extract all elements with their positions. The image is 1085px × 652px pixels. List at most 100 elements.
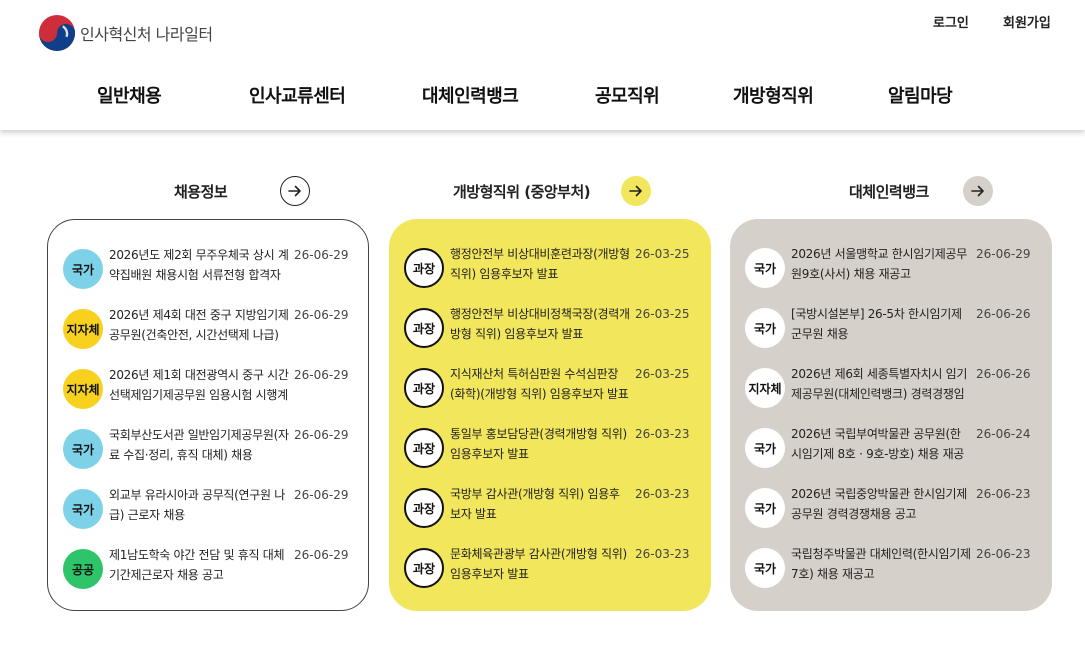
category-badge: 지자체 — [63, 309, 103, 349]
list-item-date: 26-03-23 — [635, 427, 690, 441]
list-item[interactable]: 과장 문화체육관광부 감사관(개방형 직위) 임용후보자 발표 26-03-23 — [389, 544, 711, 604]
list-item-title: 지식재산처 특허심판원 수석심판장(화학)(개방형 직위) 임용후보자 발표 — [450, 367, 629, 401]
taegeuk-logo-icon — [38, 14, 76, 52]
open-section-title: 개방형직위 (중앙부처) — [453, 182, 591, 201]
list-item-title: 국립청주박물관 대체인력(한시임기제 7호) 채용 재공고 — [791, 547, 971, 581]
main-nav: 일반채용 인사교류센터 대체인력뱅크 공모직위 개방형직위 알림마당 — [0, 82, 1085, 108]
recruit-more-button[interactable] — [280, 176, 310, 206]
list-item-date: 26-06-24 — [976, 427, 1031, 441]
category-badge: 지자체 — [745, 368, 785, 408]
list-item-date: 26-06-29 — [294, 368, 349, 382]
list-item[interactable]: 과장 행정안전부 비상대비훈련과장(개방형 직위) 임용후보자 발표 26-03… — [389, 244, 711, 304]
list-item[interactable]: 지자체 2026년 제1회 대전광역시 중구 시간선택제임기제공무원 임용시험 … — [48, 365, 370, 425]
logo-text: 인사혁신처 나라일터 — [80, 25, 213, 44]
nav-hr-exchange[interactable]: 인사교류센터 — [249, 82, 346, 108]
list-item-title: 2026년 제1회 대전광역시 중구 시간선택제임기제공무원 임용시험 시행계획… — [109, 368, 289, 402]
rank-badge: 과장 — [404, 308, 444, 348]
list-item[interactable]: 국가 2026년 서울맹학교 한시임기제공무원9호(사서) 채용 재공고 26-… — [730, 244, 1052, 304]
list-item-date: 26-06-29 — [294, 548, 349, 562]
list-item-title: 2026년 제6회 세종특별자치시 임기제공무원(대체인력뱅크) 경력경쟁임용시… — [791, 367, 968, 401]
rank-badge: 과장 — [404, 488, 444, 528]
list-item-date: 26-03-23 — [635, 487, 690, 501]
list-item-date: 26-03-25 — [635, 307, 690, 321]
list-item[interactable]: 과장 행정안전부 비상대비정책국장(경력개방형 직위) 임용후보자 발표 26-… — [389, 304, 711, 364]
list-item[interactable]: 지자체 2026년 제6회 세종특별자치시 임기제공무원(대체인력뱅크) 경력경… — [730, 364, 1052, 424]
substitute-more-button[interactable] — [963, 176, 993, 206]
list-item-title: 국방부 감사관(개방형 직위) 임용후보자 발표 — [450, 487, 620, 521]
substitute-section-title: 대체인력뱅크 — [849, 182, 929, 201]
category-badge: 국가 — [745, 308, 785, 348]
arrow-right-icon — [629, 185, 642, 197]
category-badge: 국가 — [745, 248, 785, 288]
nav-substitute-bank[interactable]: 대체인력뱅크 — [422, 82, 519, 108]
list-item-date: 26-06-23 — [976, 547, 1031, 561]
recruit-section-header: 채용정보 — [174, 176, 228, 206]
site-logo[interactable]: 인사혁신처 나라일터 — [38, 14, 213, 52]
nav-general-recruit[interactable]: 일반채용 — [97, 82, 162, 108]
rank-badge: 과장 — [404, 368, 444, 408]
list-item-date: 26-06-26 — [976, 367, 1031, 381]
category-badge: 국가 — [63, 489, 103, 529]
list-item-title: 2026년 서울맹학교 한시임기제공무원9호(사서) 채용 재공고 — [791, 247, 967, 281]
list-item[interactable]: 과장 지식재산처 특허심판원 수석심판장(화학)(개방형 직위) 임용후보자 발… — [389, 364, 711, 424]
list-item-date: 26-06-26 — [976, 307, 1031, 321]
nav-open-recruit-position[interactable]: 공모직위 — [595, 82, 660, 108]
category-badge: 국가 — [745, 548, 785, 588]
list-item[interactable]: 지자체 2026년 제4회 대전 중구 지방임기제공무원(건축안전, 시간선택제… — [48, 305, 370, 365]
list-item-title: 문화체육관광부 감사관(개방형 직위) 임용후보자 발표 — [450, 547, 627, 581]
login-link[interactable]: 로그인 — [933, 12, 969, 31]
list-item[interactable]: 공공 제1남도학숙 야간 전담 및 휴직 대체 기간제근로자 채용 공고 26-… — [48, 545, 370, 605]
list-item-date: 26-06-29 — [294, 428, 349, 442]
list-item-title: [국방시설본부] 26-5차 한시임기제군무원 채용 — [791, 307, 962, 341]
list-item[interactable]: 과장 통일부 홍보담당관(경력개방형 직위) 임용후보자 발표 26-03-23 — [389, 424, 711, 484]
open-section-header: 개방형직위 (중앙부처) — [453, 176, 591, 206]
list-item[interactable]: 국가 외교부 유라시아과 공무직(연구원 나급) 근로자 채용 26-06-29 — [48, 485, 370, 545]
substitute-section-header: 대체인력뱅크 — [849, 176, 929, 206]
rank-badge: 과장 — [404, 428, 444, 468]
list-item-date: 26-03-25 — [635, 247, 690, 261]
list-item-title: 2026년도 제2회 무주우체국 상시 계약집배원 채용시험 서류전형 합격자 … — [109, 248, 289, 282]
category-badge: 지자체 — [63, 369, 103, 409]
open-position-panel: 과장 행정안전부 비상대비훈련과장(개방형 직위) 임용후보자 발표 26-03… — [389, 219, 711, 611]
site-header: 인사혁신처 나라일터 로그인 회원가입 일반채용 인사교류센터 대체인력뱅크 공… — [0, 0, 1085, 130]
substitute-panel: 국가 2026년 서울맹학교 한시임기제공무원9호(사서) 채용 재공고 26-… — [730, 219, 1052, 611]
recruit-panel: 국가 2026년도 제2회 무주우체국 상시 계약집배원 채용시험 서류전형 합… — [47, 219, 369, 611]
list-item[interactable]: 국가 [국방시설본부] 26-5차 한시임기제군무원 채용 26-06-26 — [730, 304, 1052, 364]
arrow-right-icon — [288, 185, 301, 197]
list-item-date: 26-06-29 — [294, 248, 349, 262]
category-badge: 국가 — [63, 249, 103, 289]
list-item-date: 26-03-23 — [635, 547, 690, 561]
category-badge: 국가 — [745, 428, 785, 468]
list-item-date: 26-06-29 — [294, 488, 349, 502]
nav-notice[interactable]: 알림마당 — [888, 82, 953, 108]
list-item-title: 외교부 유라시아과 공무직(연구원 나급) 근로자 채용 — [109, 488, 286, 522]
recruit-section-title: 채용정보 — [174, 182, 228, 201]
list-item-title: 국회부산도서관 일반임기제공무원(자료 수집·정리, 휴직 대체) 채용 — [109, 428, 289, 462]
list-item[interactable]: 국가 국회부산도서관 일반임기제공무원(자료 수집·정리, 휴직 대체) 채용 … — [48, 425, 370, 485]
list-item[interactable]: 국가 2026년 국립부여박물관 공무원(한시임기제 8호 · 9호-방호) 채… — [730, 424, 1052, 484]
category-badge: 공공 — [63, 549, 103, 589]
list-item-title: 행정안전부 비상대비훈련과장(개방형 직위) 임용후보자 발표 — [450, 247, 630, 281]
list-item-date: 26-06-23 — [976, 487, 1031, 501]
list-item-title: 2026년 제4회 대전 중구 지방임기제공무원(건축안전, 시간선택제 나급)… — [109, 308, 289, 342]
rank-badge: 과장 — [404, 548, 444, 588]
nav-open-position[interactable]: 개방형직위 — [733, 82, 814, 108]
list-item[interactable]: 과장 국방부 감사관(개방형 직위) 임용후보자 발표 26-03-23 — [389, 484, 711, 544]
list-item-date: 26-06-29 — [294, 308, 349, 322]
list-item[interactable]: 국가 2026년도 제2회 무주우체국 상시 계약집배원 채용시험 서류전형 합… — [48, 245, 370, 305]
category-badge: 국가 — [745, 488, 785, 528]
list-item-date: 26-03-25 — [635, 367, 690, 381]
open-more-button[interactable] — [621, 176, 651, 206]
list-item-title: 행정안전부 비상대비정책국장(경력개방형 직위) 임용후보자 발표 — [450, 307, 630, 341]
rank-badge: 과장 — [404, 248, 444, 288]
list-item[interactable]: 국가 국립청주박물관 대체인력(한시임기제 7호) 채용 재공고 26-06-2… — [730, 544, 1052, 604]
signup-link[interactable]: 회원가입 — [1003, 12, 1051, 31]
list-item-title: 2026년 국립부여박물관 공무원(한시임기제 8호 · 9호-방호) 채용 재… — [791, 427, 965, 461]
arrow-right-icon — [971, 185, 984, 197]
list-item-title: 제1남도학숙 야간 전담 및 휴직 대체 기간제근로자 채용 공고 — [109, 548, 285, 582]
category-badge: 국가 — [63, 429, 103, 469]
list-item-title: 2026년 국립중앙박물관 한시임기제 공무원 경력경쟁채용 공고 — [791, 487, 967, 521]
list-item-title: 통일부 홍보담당관(경력개방형 직위) 임용후보자 발표 — [450, 427, 627, 461]
list-item-date: 26-06-29 — [976, 247, 1031, 261]
list-item[interactable]: 국가 2026년 국립중앙박물관 한시임기제 공무원 경력경쟁채용 공고 26-… — [730, 484, 1052, 544]
